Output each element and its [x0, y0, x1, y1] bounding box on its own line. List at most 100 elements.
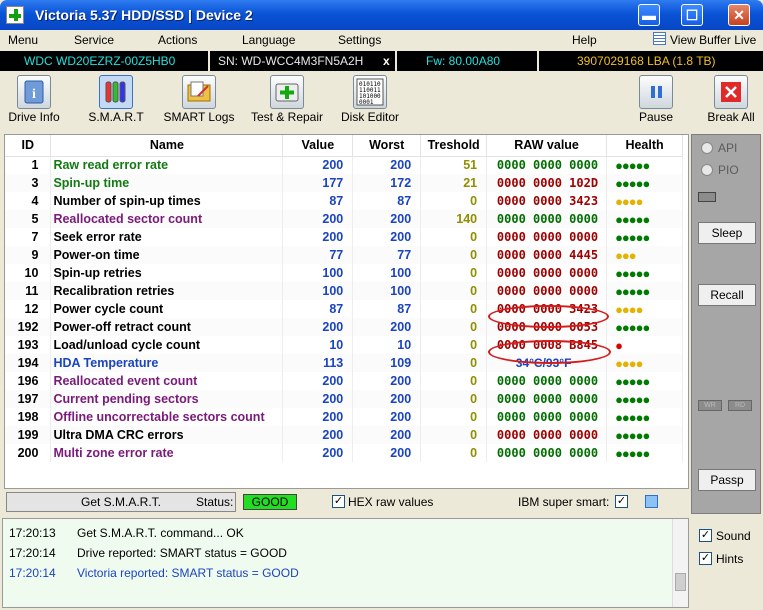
table-header-row: ID Name Value Worst Treshold RAW value H… — [5, 135, 683, 157]
api-radio[interactable] — [701, 142, 713, 154]
rd-indicator: RD — [728, 400, 752, 411]
drive-info-button[interactable]: i Drive Info — [5, 74, 63, 127]
maximize-button[interactable]: ☐ — [681, 4, 703, 26]
hints-checkbox[interactable]: ✓ — [699, 552, 712, 565]
break-all-label: Break All — [707, 110, 755, 124]
attr-worst: 10 — [352, 336, 422, 354]
attr-raw-value: 0000 0000 3423 — [486, 192, 608, 210]
log-options: ✓ Sound ✓ Hints — [692, 518, 762, 608]
sleep-button[interactable]: Sleep — [698, 222, 756, 244]
table-row[interactable]: 5 Reallocated sector count 200 200 140 0000 0… — [5, 210, 683, 228]
col-id[interactable]: ID — [5, 135, 52, 157]
table-row[interactable]: 200 Multi zone error rate 200 200 0 0000 0000… — [5, 444, 683, 462]
log-line: 17:20:14 Victoria reported: SMART status … — [9, 566, 299, 580]
table-row[interactable]: 199 Ultra DMA CRC errors 200 200 0 0000 0000 … — [5, 426, 683, 444]
attr-value: 87 — [282, 192, 354, 210]
table-row[interactable]: 7 Seek error rate 200 200 0 0000 0000 0000 ●●●… — [5, 228, 683, 246]
table-row[interactable]: 11 Recalibration retries 100 100 0 0000 0000 … — [5, 282, 683, 300]
disk-editor-bits-4: 0001 — [359, 99, 374, 106]
hex-raw-checkbox[interactable]: ✓ — [332, 495, 345, 508]
test-repair-button[interactable]: Test & Repair — [248, 74, 326, 127]
ibm-super-smart-checkbox[interactable]: ✓ — [615, 495, 628, 508]
menu-help[interactable]: Help — [572, 33, 597, 47]
attr-threshold: 0 — [420, 300, 488, 318]
attr-threshold: 0 — [420, 426, 488, 444]
menu-menu[interactable]: Menu — [8, 33, 38, 47]
col-threshold[interactable]: Treshold — [420, 135, 488, 157]
attr-threshold: 0 — [420, 444, 488, 462]
recall-button[interactable]: Recall — [698, 284, 756, 306]
device-indicator — [698, 192, 716, 202]
menu-settings[interactable]: Settings — [338, 33, 381, 47]
pio-label: PIO — [718, 163, 739, 177]
table-row[interactable]: 3 Spin-up time 177 172 21 0000 0000 102D ●●●●● — [5, 174, 683, 192]
close-button[interactable]: ✕ — [728, 4, 750, 26]
minimize-button[interactable]: ▬ — [638, 4, 660, 26]
menu-language[interactable]: Language — [242, 33, 295, 47]
table-row[interactable]: 198 Offline uncorrectable sectors count 20… — [5, 408, 683, 426]
attr-name: Load/unload cycle count — [50, 336, 284, 354]
menu-service[interactable]: Service — [74, 33, 114, 47]
divider — [537, 51, 539, 71]
break-all-button[interactable]: Break All — [703, 74, 759, 127]
attr-value: 113 — [282, 354, 354, 372]
col-worst[interactable]: Worst — [352, 135, 422, 157]
wr-indicator: WR — [698, 400, 722, 411]
drive-info-bar: WDC WD20EZRZ-00Z5HB0 SN: WD-WCC4M3FN5A2H… — [0, 51, 763, 71]
table-row[interactable]: 196 Reallocated event count 200 200 0 0000 00… — [5, 372, 683, 390]
attr-id: 200 — [5, 444, 52, 462]
attr-id: 12 — [5, 300, 52, 318]
smart-logs-label: SMART Logs — [163, 110, 235, 124]
log-text: Victoria reported: SMART status = GOOD — [77, 566, 299, 580]
log-scrollbar[interactable] — [672, 519, 688, 607]
table-row[interactable]: 4 Number of spin-up times 87 87 0 0000 0000 3… — [5, 192, 683, 210]
attr-health: ●●●●● — [606, 426, 683, 444]
attr-threshold: 0 — [420, 408, 488, 426]
view-buffer-live-toggle[interactable]: View Buffer Live — [670, 33, 756, 47]
col-health[interactable]: Health — [606, 135, 683, 157]
table-row[interactable]: 1 Raw read error rate 200 200 51 0000 0000 00… — [5, 156, 683, 174]
color-swatch-button[interactable] — [645, 495, 658, 508]
attr-value: 77 — [282, 246, 354, 264]
serial-copy-button[interactable]: x — [383, 54, 390, 68]
toolbar: i Drive Info S.M.A.R.T SMART Logs Test &… — [0, 72, 763, 129]
sound-checkbox[interactable]: ✓ — [699, 529, 712, 542]
attr-name: Multi zone error rate — [50, 444, 284, 462]
menu-actions[interactable]: Actions — [158, 33, 197, 47]
attr-name: HDA Temperature — [50, 354, 284, 372]
scroll-thumb[interactable] — [675, 573, 686, 591]
col-raw[interactable]: RAW value — [486, 135, 608, 157]
table-row[interactable]: 197 Current pending sectors 200 200 0 0000 00… — [5, 390, 683, 408]
attr-threshold: 0 — [420, 354, 488, 372]
attr-id: 193 — [5, 336, 52, 354]
binary-editor-icon: 010110 110011 101000 0001 — [353, 75, 387, 109]
table-row[interactable]: 10 Spin-up retries 100 100 0 0000 0000 0000 ●●… — [5, 264, 683, 282]
disk-editor-label: Disk Editor — [340, 110, 399, 124]
smart-tab-button[interactable]: S.M.A.R.T — [85, 74, 147, 127]
attr-name: Spin-up time — [50, 174, 284, 192]
pio-radio[interactable] — [701, 164, 713, 176]
attr-threshold: 0 — [420, 282, 488, 300]
attr-worst: 77 — [352, 246, 422, 264]
passp-button[interactable]: Passp — [698, 469, 756, 491]
disk-editor-button[interactable]: 010110 110011 101000 0001 Disk Editor — [339, 74, 401, 127]
attr-worst: 200 — [352, 372, 422, 390]
table-row[interactable]: 9 Power-on time 77 77 0 0000 0000 4445 ●●● — [5, 246, 683, 264]
attr-worst: 200 — [352, 228, 422, 246]
attr-health: ●●●●● — [606, 210, 683, 228]
col-value[interactable]: Value — [282, 135, 354, 157]
attr-raw-value: 0000 0000 0000 — [486, 282, 608, 300]
smart-logs-button[interactable]: SMART Logs — [163, 74, 235, 127]
attr-id: 192 — [5, 318, 52, 336]
highlight-circle — [488, 305, 609, 328]
attr-worst: 200 — [352, 444, 422, 462]
attr-threshold: 51 — [420, 156, 488, 174]
attr-threshold: 0 — [420, 246, 488, 264]
col-name[interactable]: Name — [50, 135, 284, 157]
smart-attributes-table: ID Name Value Worst Treshold RAW value H… — [5, 135, 683, 462]
smart-table-panel: ID Name Value Worst Treshold RAW value H… — [4, 134, 689, 489]
attr-threshold: 0 — [420, 264, 488, 282]
pause-button[interactable]: Pause — [634, 74, 678, 127]
attr-value: 87 — [282, 300, 354, 318]
attr-id: 194 — [5, 354, 52, 372]
